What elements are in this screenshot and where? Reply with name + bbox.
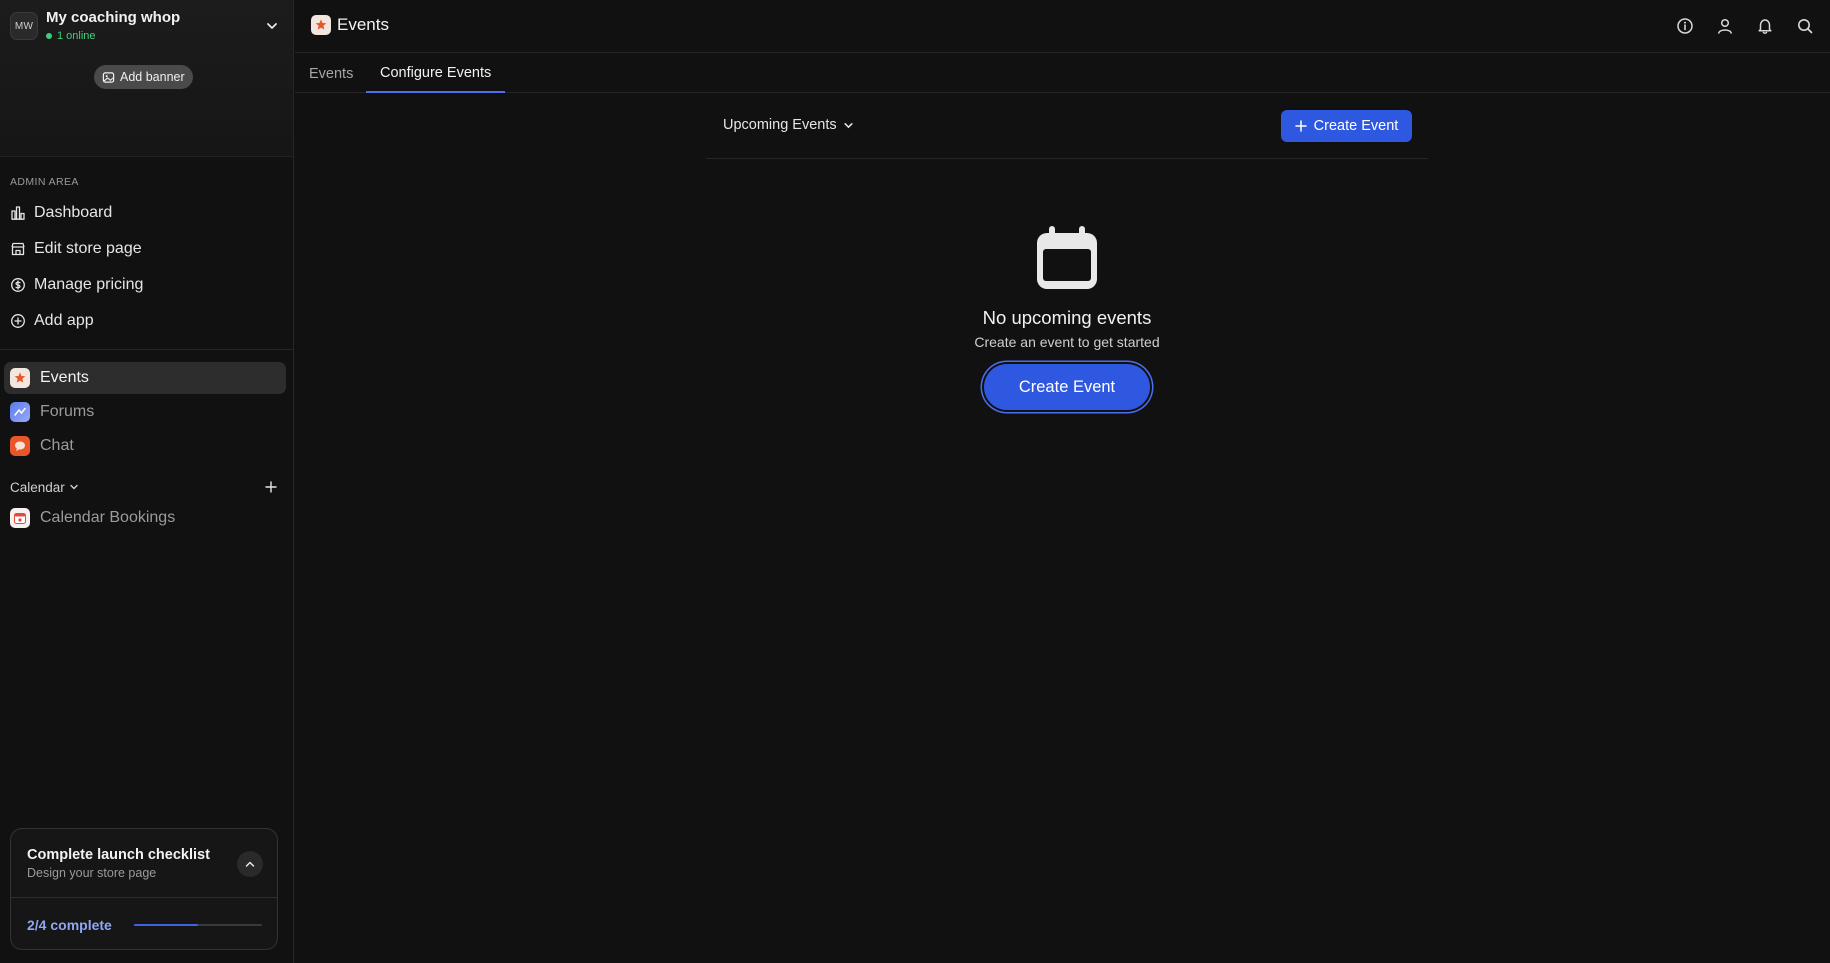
- sidebar-item-add-app[interactable]: Add app: [10, 307, 94, 335]
- empty-state-subtitle: Create an event to get started: [974, 334, 1160, 350]
- top-bar: Events: [295, 0, 1830, 53]
- workspace-name[interactable]: My coaching whop: [46, 9, 180, 26]
- calendar-bookings-app-icon: [10, 508, 30, 528]
- calendar-icon: [1037, 226, 1097, 289]
- checklist-divider: [11, 897, 277, 898]
- sidebar-item-dashboard[interactable]: Dashboard: [10, 199, 112, 227]
- sidebar-item-label: Dashboard: [34, 204, 113, 221]
- admin-area-label: ADMIN AREA: [10, 176, 79, 188]
- online-dot-icon: [46, 33, 52, 39]
- sidebar-item-chat[interactable]: Chat: [4, 430, 286, 462]
- add-banner-button[interactable]: Add banner: [94, 65, 193, 89]
- tab-configure-events[interactable]: Configure Events: [366, 54, 506, 93]
- online-status-text: 1 online: [57, 30, 96, 42]
- online-status: 1 online: [46, 30, 96, 42]
- chevron-down-icon: [70, 484, 78, 490]
- sidebar-item-calendar-bookings[interactable]: Calendar Bookings: [4, 502, 286, 534]
- filter-label: Upcoming Events: [723, 117, 837, 133]
- launch-checklist-card[interactable]: Complete launch checklist Design your st…: [10, 828, 278, 950]
- page-title: Events: [337, 15, 389, 34]
- info-button[interactable]: [1673, 14, 1697, 38]
- plus-circle-icon: [11, 314, 25, 328]
- sidebar: MW My coaching whop 1 online Add banner …: [0, 0, 294, 963]
- create-event-button[interactable]: Create Event: [1281, 110, 1412, 142]
- plus-icon: [265, 481, 277, 493]
- add-to-calendar-section-button[interactable]: [262, 478, 280, 496]
- store-icon: [11, 242, 25, 256]
- events-app-icon: [10, 368, 30, 388]
- calendar-section-toggle[interactable]: Calendar: [10, 480, 79, 495]
- sidebar-item-events[interactable]: Events: [4, 362, 286, 394]
- sidebar-item-label: Chat: [40, 437, 74, 454]
- sidebar-item-label: Manage pricing: [34, 276, 144, 293]
- checklist-subtitle: Design your store page: [27, 866, 157, 880]
- empty-state: No upcoming events Create an event to ge…: [706, 225, 1428, 410]
- sidebar-item-label: Events: [40, 369, 89, 386]
- tab-events[interactable]: Events: [295, 54, 367, 93]
- plus-icon: [1294, 120, 1307, 132]
- sidebar-item-forums[interactable]: Forums: [4, 396, 286, 428]
- sidebar-divider: [0, 349, 293, 350]
- workspace-header: MW My coaching whop 1 online Add banner: [0, 0, 293, 157]
- workspace-avatar[interactable]: MW: [10, 12, 38, 40]
- info-icon: [1677, 18, 1693, 34]
- upcoming-events-filter[interactable]: Upcoming Events: [723, 117, 854, 133]
- profile-button[interactable]: [1713, 14, 1737, 38]
- checklist-progress-bar: [134, 924, 262, 926]
- chat-app-icon: [10, 436, 30, 456]
- dollar-circle-icon: [11, 278, 25, 292]
- chevron-down-icon: [844, 122, 853, 128]
- chevron-up-icon: [245, 861, 255, 867]
- sidebar-item-label: Edit store page: [34, 240, 142, 257]
- calendar-section-header: Calendar: [10, 476, 280, 498]
- create-event-label: Create Event: [1313, 118, 1399, 134]
- events-toolbar: Upcoming Events Create Event: [706, 93, 1428, 159]
- checklist-progress-fill: [134, 924, 198, 926]
- main-area: Events Events Configure Events Upcoming …: [295, 0, 1830, 963]
- image-icon: [102, 71, 115, 83]
- calendar-section-label: Calendar: [10, 479, 65, 495]
- workspace-switcher-chevron-icon[interactable]: [262, 16, 282, 36]
- tab-bar: Events Configure Events: [295, 54, 1830, 93]
- sidebar-item-label: Forums: [40, 403, 95, 420]
- checklist-title: Complete launch checklist: [27, 847, 210, 863]
- checklist-collapse-button[interactable]: [237, 851, 263, 877]
- add-banner-label: Add banner: [120, 70, 185, 84]
- sidebar-item-label: Calendar Bookings: [40, 509, 176, 526]
- chart-icon: [11, 206, 25, 220]
- sidebar-item-label: Add app: [34, 312, 94, 329]
- empty-state-create-event-button[interactable]: Create Event: [984, 364, 1150, 410]
- checklist-progress-text: 2/4 complete: [27, 917, 112, 933]
- notifications-button[interactable]: [1753, 14, 1777, 38]
- bell-icon: [1758, 19, 1772, 34]
- search-button[interactable]: [1793, 14, 1817, 38]
- empty-state-title: No upcoming events: [982, 307, 1152, 328]
- events-app-icon: [311, 15, 331, 35]
- forums-app-icon: [10, 402, 30, 422]
- search-icon: [1798, 19, 1813, 34]
- sidebar-item-edit-store-page[interactable]: Edit store page: [10, 235, 142, 263]
- sidebar-item-manage-pricing[interactable]: Manage pricing: [10, 271, 143, 299]
- user-icon: [1718, 18, 1732, 34]
